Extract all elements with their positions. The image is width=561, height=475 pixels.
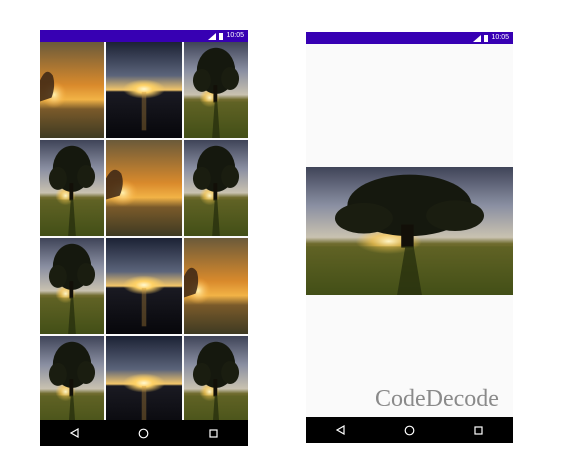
battery-icon (484, 34, 489, 42)
battery-icon (219, 32, 224, 40)
recents-button[interactable] (469, 420, 489, 440)
nav-bar (40, 420, 248, 446)
back-triangle-icon (69, 428, 79, 438)
sea-sunset-image[interactable] (106, 42, 182, 138)
back-button[interactable] (331, 420, 351, 440)
tree-sunset-image[interactable] (40, 336, 104, 420)
status-bar: 10:05 (306, 32, 513, 44)
back-button[interactable] (65, 423, 85, 443)
image-grid (40, 42, 248, 420)
recents-square-icon (474, 425, 483, 435)
tree-sunset-image[interactable] (40, 140, 104, 236)
home-button[interactable] (134, 423, 154, 443)
home-circle-icon (404, 425, 415, 435)
clock: 10:05 (491, 34, 509, 41)
signal-icon (473, 34, 482, 42)
phone-screen-preview: 10:05 (306, 32, 513, 443)
nav-bar (306, 417, 513, 443)
sunset-field-image[interactable] (184, 238, 248, 334)
preview-image[interactable] (306, 167, 513, 295)
status-bar: 10:05 (40, 30, 248, 42)
recents-button[interactable] (203, 423, 223, 443)
home-circle-icon (139, 428, 149, 438)
signal-icon (208, 32, 217, 40)
sunset-field-image[interactable] (106, 140, 182, 236)
tree-sunset-image[interactable] (40, 238, 104, 334)
watermark: CodeDecode (375, 386, 499, 412)
sea-sunset-image[interactable] (106, 238, 182, 334)
recents-square-icon (209, 428, 218, 438)
tree-sunset-image[interactable] (184, 140, 248, 236)
home-button[interactable] (400, 420, 420, 440)
back-triangle-icon (335, 425, 345, 435)
tree-sunset-image[interactable] (184, 336, 248, 420)
sunset-field-image[interactable] (40, 42, 104, 138)
tree-sunset-image[interactable] (184, 42, 248, 138)
sea-sunset-image[interactable] (106, 336, 182, 420)
clock: 10:05 (226, 32, 244, 39)
phone-screen-grid: 10:05 (40, 30, 248, 446)
